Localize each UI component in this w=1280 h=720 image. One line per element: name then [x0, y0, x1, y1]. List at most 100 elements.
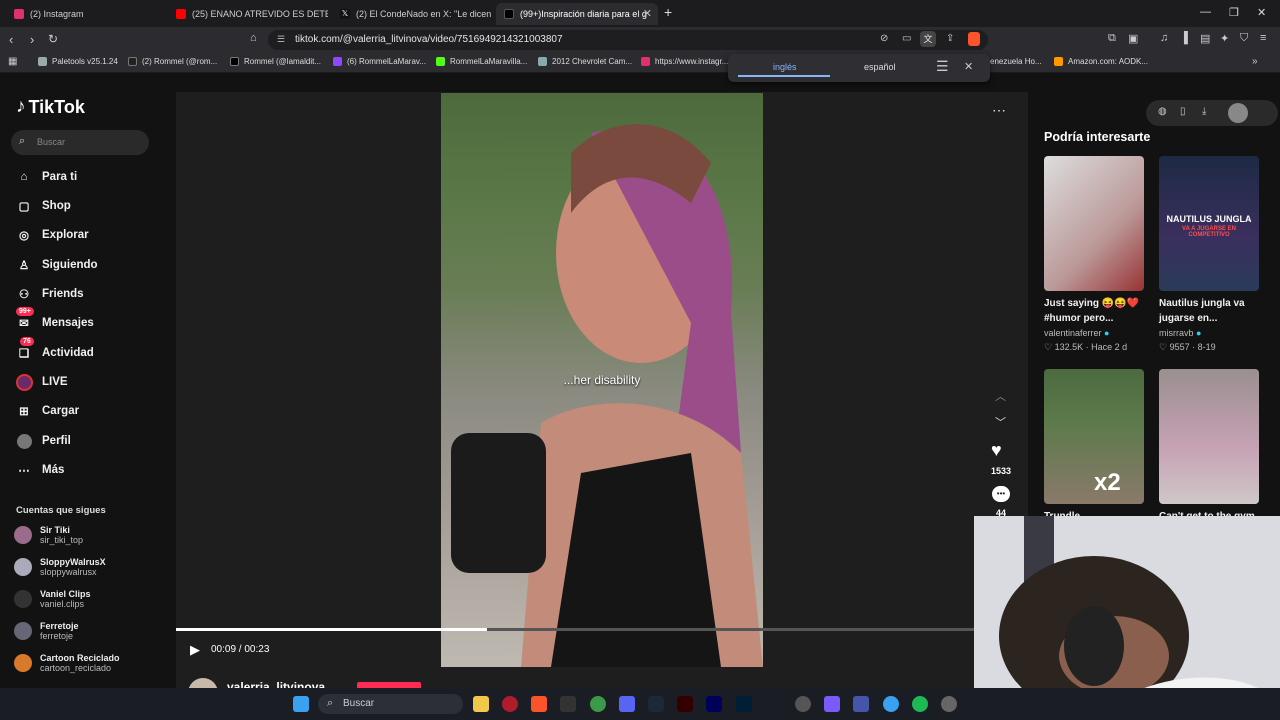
nav-actividad[interactable]: ❏ 76 Actividad — [14, 337, 94, 363]
recommendation-thumb[interactable] — [1044, 156, 1144, 291]
obs-icon[interactable] — [795, 696, 811, 712]
chrome-icon[interactable] — [590, 696, 606, 712]
like-icon[interactable]: ♥ — [991, 440, 1002, 461]
bookmark-item[interactable]: RommelLaMaravilla... — [436, 57, 527, 66]
taskbar-search[interactable]: ⌕ Buscar — [318, 694, 463, 714]
nav-para-ti[interactable]: ⌂ Para ti — [14, 167, 78, 187]
browser-tab[interactable]: (25) ENANO ATREVIDO ES DETENIDO — [168, 3, 328, 25]
browser-tab[interactable]: (2) Instagram — [6, 3, 166, 25]
sidebar-icon[interactable]: ▐ — [1180, 32, 1188, 44]
following-item[interactable]: Sir Tiki sir_tiki_top — [14, 525, 83, 545]
ai-icon[interactable]: ✦ — [1220, 32, 1229, 45]
tabs-icon[interactable]: ▤ — [1200, 32, 1210, 45]
app-icon[interactable] — [941, 696, 957, 712]
prev-video-icon[interactable]: ︿ — [995, 388, 1006, 404]
brave-shield-icon[interactable] — [968, 32, 980, 46]
forward-icon[interactable]: › — [30, 32, 34, 47]
bookmark-item[interactable]: https://www.instagr... — [641, 57, 728, 66]
search-box[interactable]: ⌕ Buscar — [11, 130, 149, 155]
file-explorer-icon[interactable] — [473, 696, 489, 712]
card-caption[interactable]: Just saying 😝😝❤️ — [1044, 296, 1139, 311]
card-user[interactable]: valentinaferrer ● — [1044, 328, 1109, 338]
phone-icon[interactable]: ▯ — [1180, 106, 1186, 117]
app-icon[interactable] — [853, 696, 869, 712]
card-caption[interactable]: jugarse en... — [1159, 311, 1217, 326]
nav-mensajes[interactable]: ✉ 99+ Mensajes — [14, 307, 94, 333]
vpn-icon[interactable]: ⛉ — [1240, 32, 1248, 45]
url-text[interactable]: tiktok.com/@valerria_litvinova/video/751… — [295, 34, 563, 45]
bookmark-item[interactable]: 2012 Chevrolet Cam... — [538, 57, 632, 66]
card-caption[interactable]: Nautilus jungla va — [1159, 296, 1245, 311]
nav-shop[interactable]: ▢ Shop — [14, 196, 71, 216]
opera-icon[interactable] — [502, 696, 518, 712]
minimize-button[interactable]: — — [1200, 6, 1211, 18]
illustrator-icon[interactable] — [677, 696, 693, 712]
translate-options-icon[interactable]: ☰ — [936, 58, 949, 75]
cast-icon[interactable]: ▭ — [902, 33, 911, 44]
card-caption[interactable]: #humor pero... — [1044, 311, 1113, 326]
url-bar[interactable]: ☰ tiktok.com/@valerria_litvinova/video/7… — [268, 30, 988, 50]
translate-target-language[interactable]: español — [864, 62, 896, 72]
maximize-button[interactable]: ❐ — [1229, 6, 1239, 19]
browser-tab-active[interactable]: (99+)Inspiración diaria para el g ✕ — [496, 3, 658, 25]
bookmark-item[interactable]: (2) Rommel (@rom... — [128, 57, 217, 66]
translate-source-language[interactable]: inglés — [773, 62, 797, 72]
recommendation-thumb[interactable] — [1159, 369, 1259, 504]
back-icon[interactable]: ‹ — [9, 32, 13, 47]
bookmark-item[interactable]: enezuela Ho... — [990, 57, 1042, 66]
bookmark-item[interactable]: Amazon.com: AODK... — [1054, 57, 1148, 66]
more-options-icon[interactable]: ⋯ — [992, 102, 1006, 119]
close-window-button[interactable]: ✕ — [1257, 6, 1266, 19]
bookmark-icon[interactable]: ⌂ — [250, 32, 257, 44]
premiere-icon[interactable] — [706, 696, 722, 712]
following-item[interactable]: Ferretoje ferretoje — [14, 621, 79, 641]
more-bookmarks-icon[interactable]: » — [1252, 56, 1258, 67]
photoshop-icon[interactable] — [736, 696, 752, 712]
recommendation-thumb[interactable]: NAUTILUS JUNGLA VA A JUGARSE EN COMPETIT… — [1159, 156, 1259, 291]
new-tab-button[interactable]: + — [664, 4, 672, 20]
nav-cargar[interactable]: ⊞ Cargar — [14, 401, 79, 421]
next-video-icon[interactable]: ﹀ — [995, 414, 1006, 430]
discord-icon[interactable] — [619, 696, 635, 712]
share-icon[interactable]: ⇪ — [946, 33, 954, 44]
download-icon[interactable]: ⤓ — [1202, 106, 1206, 117]
following-item[interactable]: Cartoon Reciclado cartoon_reciclado — [14, 653, 120, 673]
site-settings-icon[interactable]: ☰ — [277, 34, 285, 45]
bookmark-item[interactable]: Paletools v25.1.24 — [38, 57, 118, 66]
close-icon[interactable]: ✕ — [964, 60, 973, 73]
coins-icon[interactable]: ◍ — [1158, 106, 1167, 117]
app-icon[interactable] — [560, 696, 576, 712]
nav-friends[interactable]: ⚇ Friends — [14, 284, 84, 304]
comment-icon[interactable]: ••• — [992, 486, 1010, 502]
menu-icon[interactable]: ≡ — [1260, 32, 1266, 44]
following-item[interactable]: SloppyWalrusX sloppywalrusx — [14, 557, 106, 577]
browser-tab[interactable]: 𝕏 (2) El CondeNado en X: "Le dicen Gal — [332, 3, 492, 25]
nav-mas[interactable]: ⋯ Más — [14, 460, 64, 480]
copilot-icon[interactable] — [824, 696, 840, 712]
nav-explorar[interactable]: ◎ Explorar — [14, 225, 89, 245]
bookmark-item[interactable]: Rommel (@lamaldit... — [230, 57, 321, 66]
steam-icon[interactable] — [648, 696, 664, 712]
video-frame[interactable]: ...her disability — [441, 93, 763, 667]
nav-live[interactable]: LIVE — [14, 372, 68, 392]
play-icon[interactable]: ▶ — [190, 642, 200, 658]
reload-icon[interactable]: ↻ — [48, 32, 58, 46]
spotify-icon[interactable] — [912, 696, 928, 712]
brave-icon[interactable] — [531, 696, 547, 712]
tiktok-logo[interactable]: ♪ TikTok — [16, 96, 85, 118]
avatar[interactable] — [1228, 103, 1248, 123]
following-item[interactable]: Vaniel Clips vaniel.clips — [14, 589, 91, 609]
nav-perfil[interactable]: Perfil — [14, 431, 71, 451]
nav-siguiendo[interactable]: ♙ Siguiendo — [14, 255, 98, 275]
translate-icon[interactable]: 文 — [920, 31, 936, 47]
no-tracking-icon[interactable]: ⊘ — [880, 33, 888, 44]
card-user[interactable]: misrravb ● — [1159, 328, 1201, 338]
apps-grid-icon[interactable]: ▦ — [8, 56, 17, 67]
music-icon[interactable]: ♫ — [1160, 32, 1168, 44]
bookmark-item[interactable]: (6) RommelLaMarav... — [333, 57, 426, 66]
recommendation-thumb[interactable]: x2 — [1044, 369, 1144, 504]
app-icon[interactable] — [883, 696, 899, 712]
windows-start-icon[interactable] — [293, 696, 309, 712]
wallet-icon[interactable]: ▣ — [1128, 32, 1138, 45]
progress-bar[interactable] — [176, 628, 974, 631]
